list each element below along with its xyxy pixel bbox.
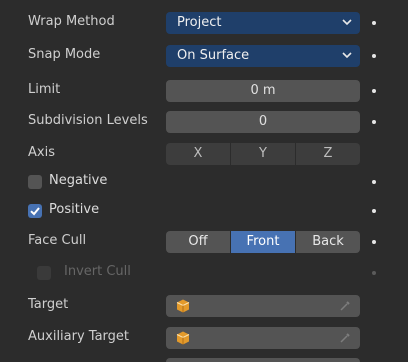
positive-label: Positive: [49, 202, 100, 217]
snap-mode-value: On Surface: [177, 48, 250, 63]
next-row-field[interactable]: [166, 358, 360, 362]
face-cull-front-button[interactable]: Front: [231, 231, 295, 253]
auxiliary-target-row: Auxiliary Target: [0, 323, 408, 353]
snap-mode-row: Snap Mode On Surface: [0, 41, 408, 71]
positive-row: Positive: [0, 196, 408, 226]
target-label: Target: [28, 297, 69, 312]
axis-y-toggle[interactable]: Y: [231, 143, 295, 165]
invert-cull-checkbox[interactable]: [37, 266, 51, 280]
positive-checkbox[interactable]: [28, 204, 42, 218]
target-object-field[interactable]: [166, 295, 360, 317]
keyframe-dot-icon[interactable]: [372, 240, 376, 244]
chevron-down-icon: [342, 19, 352, 26]
negative-label: Negative: [49, 173, 108, 188]
eyedropper-icon[interactable]: [338, 299, 352, 313]
wrap-method-dropdown[interactable]: Project: [166, 12, 360, 34]
shrinkwrap-modifier-panel: Wrap Method Project Snap Mode On Surface…: [0, 0, 408, 362]
keyframe-dot-icon[interactable]: [372, 54, 376, 58]
keyframe-dot-icon[interactable]: [372, 180, 376, 184]
wrap-method-value: Project: [177, 15, 222, 30]
invert-cull-label: Invert Cull: [64, 264, 131, 279]
subdivision-levels-row: Subdivision Levels 0: [0, 107, 408, 137]
axis-z-toggle[interactable]: Z: [296, 143, 360, 165]
keyframe-dot-icon[interactable]: [372, 120, 376, 124]
keyframe-dot-icon[interactable]: [372, 89, 376, 93]
limit-label: Limit: [28, 82, 61, 97]
object-cube-icon: [176, 331, 190, 345]
snap-mode-dropdown[interactable]: On Surface: [166, 45, 360, 67]
negative-checkbox[interactable]: [28, 175, 42, 189]
wrap-method-row: Wrap Method Project: [0, 8, 408, 38]
limit-row: Limit 0 m: [0, 76, 408, 106]
checkmark-icon: [30, 207, 40, 216]
subdivision-levels-field[interactable]: 0: [166, 111, 360, 133]
target-row: Target: [0, 291, 408, 321]
next-row-partial: [0, 354, 408, 362]
keyframe-dot-icon[interactable]: [372, 209, 376, 213]
face-cull-back-button[interactable]: Back: [296, 231, 360, 253]
face-cull-row: Face Cull Off Front Back: [0, 227, 408, 257]
invert-cull-row: Invert Cull: [0, 258, 408, 288]
face-cull-off-button[interactable]: Off: [166, 231, 230, 253]
keyframe-dot-icon: [372, 271, 376, 275]
auxiliary-target-object-field[interactable]: [166, 327, 360, 349]
chevron-down-icon: [342, 52, 352, 59]
subdivision-levels-label: Subdivision Levels: [28, 113, 148, 128]
axis-label: Axis: [28, 145, 55, 160]
wrap-method-label: Wrap Method: [28, 14, 115, 29]
face-cull-label: Face Cull: [28, 233, 87, 248]
axis-row: Axis X Y Z: [0, 139, 408, 169]
object-cube-icon: [176, 299, 190, 313]
limit-field[interactable]: 0 m: [166, 80, 360, 102]
negative-row: Negative: [0, 167, 408, 197]
eyedropper-icon[interactable]: [338, 331, 352, 345]
auxiliary-target-label: Auxiliary Target: [28, 329, 130, 344]
snap-mode-label: Snap Mode: [28, 47, 101, 62]
keyframe-dot-icon[interactable]: [372, 21, 376, 25]
axis-x-toggle[interactable]: X: [166, 143, 230, 165]
